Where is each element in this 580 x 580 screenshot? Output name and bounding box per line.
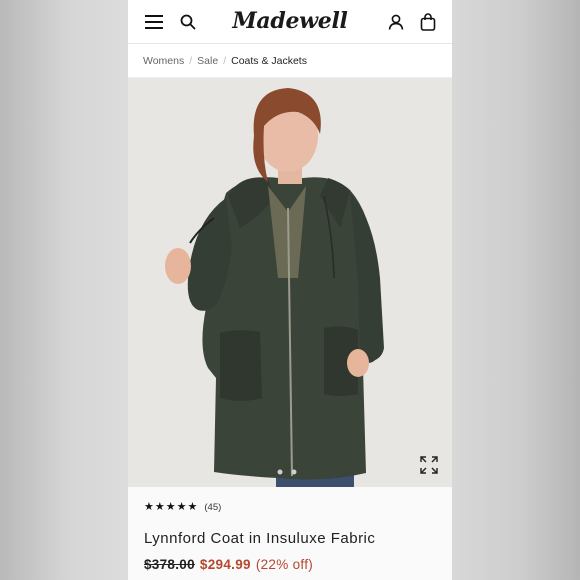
star-icon: ★ (154, 501, 165, 513)
price-row: $378.00 $294.99 (22% off) (144, 557, 452, 572)
breadcrumb-item-sale[interactable]: Sale (197, 55, 218, 67)
product-info: ★ ★ ★ ★ ★ (45) Lynnford Coat in Insuluxe… (128, 487, 452, 580)
breadcrumb-separator: / (223, 54, 227, 67)
discount-percent: (22% off) (255, 557, 314, 572)
breadcrumb: Womens / Sale / Coats & Jackets (128, 44, 452, 78)
rating-row[interactable]: ★ ★ ★ ★ ★ (45) (144, 501, 452, 513)
expand-icon[interactable] (420, 456, 438, 474)
breadcrumb-item-coats-jackets[interactable]: Coats & Jackets (231, 55, 307, 67)
star-icon: ★ (176, 501, 187, 513)
star-rating: ★ ★ ★ ★ ★ (144, 501, 197, 513)
product-image[interactable] (128, 78, 452, 487)
breadcrumb-item-womens[interactable]: Womens (143, 55, 184, 67)
star-icon: ★ (165, 501, 176, 513)
half-star-icon: ★ (187, 501, 198, 513)
product-photo-illustration (128, 78, 452, 487)
mobile-page: Madewell Womens / Sale / Coats & Jackets (128, 0, 452, 580)
star-icon: ★ (144, 501, 154, 513)
breadcrumb-separator: / (189, 54, 193, 67)
bag-icon[interactable] (417, 11, 439, 33)
top-nav-bar: Madewell (128, 0, 452, 44)
account-icon[interactable] (385, 11, 407, 33)
review-count[interactable]: (45) (204, 502, 221, 513)
sale-price: $294.99 (199, 557, 251, 572)
original-price: $378.00 (144, 557, 195, 572)
product-title: Lynnford Coat in Insuluxe Fabric (144, 530, 376, 547)
